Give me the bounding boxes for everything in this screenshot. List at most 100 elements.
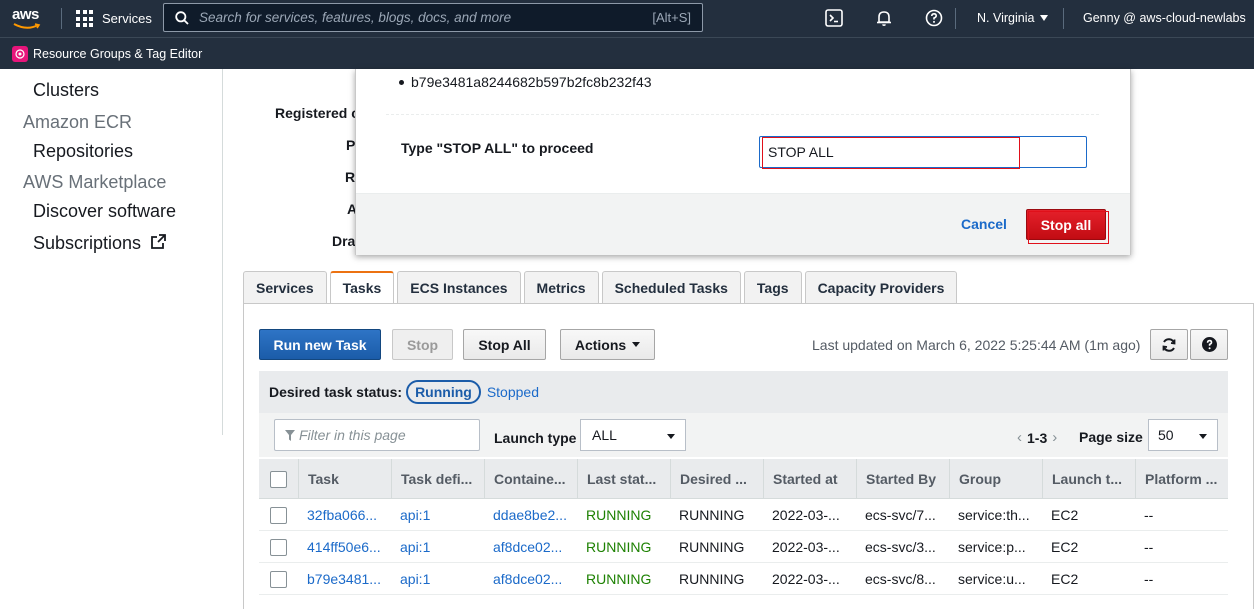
nav-separator (61, 8, 62, 29)
last-status-cell: RUNNING (586, 539, 652, 555)
chevron-right-icon[interactable]: › (1052, 429, 1057, 446)
sidebar-item-clusters[interactable]: Clusters (33, 80, 99, 101)
row-checkbox[interactable] (270, 506, 287, 524)
search-icon (175, 10, 189, 25)
help-icon[interactable] (925, 9, 943, 27)
last-status-cell: RUNNING (586, 571, 652, 587)
status-stopped-link[interactable]: Stopped (487, 384, 539, 400)
launch-type-select[interactable]: ALL (580, 419, 686, 451)
tab-scheduled-tasks[interactable]: Scheduled Tasks (601, 271, 741, 303)
group-cell: service:p... (958, 539, 1026, 555)
region-selector[interactable]: N. Virginia (977, 11, 1049, 25)
tab-metrics[interactable]: Metrics (523, 271, 599, 303)
info-button[interactable] (1190, 329, 1228, 360)
task-id-link[interactable]: b79e3481... (298, 563, 391, 595)
dialog-footer: Cancel Stop all (356, 193, 1130, 255)
sidebar-item-label: Subscriptions (33, 233, 142, 253)
filter-input[interactable] (299, 427, 469, 443)
started-by-cell: ecs-svc/7... (865, 507, 936, 523)
task-definition-link[interactable]: api:1 (391, 499, 484, 531)
started-at-cell: 2022-03-... (772, 507, 840, 523)
task-definition-link[interactable]: api:1 (391, 563, 484, 595)
detail-label: Dra (332, 233, 356, 249)
column-header-launch-type[interactable]: Launch t... (1042, 459, 1135, 499)
desired-status-cell: RUNNING (679, 571, 745, 587)
row-checkbox[interactable] (270, 570, 287, 588)
detail-label: Registered c (275, 105, 360, 121)
cluster-tabs: Services Tasks ECS Instances Metrics Sch… (243, 271, 958, 303)
tab-capacity-providers[interactable]: Capacity Providers (804, 271, 958, 303)
filter-icon (285, 429, 295, 441)
actions-dropdown[interactable]: Actions (560, 329, 655, 360)
task-id-list-item: b79e3481a8244682b597b2fc8b232f43 (399, 74, 652, 90)
run-new-task-button[interactable]: Run new Task (259, 329, 381, 360)
container-instance-link[interactable]: af8dce02... (484, 563, 577, 595)
refresh-button[interactable] (1150, 329, 1188, 360)
account-label: Genny @ aws-cloud-newlabs (1083, 11, 1246, 25)
column-header-task-definition[interactable]: Task defi... (391, 459, 484, 499)
group-cell: service:th... (958, 507, 1030, 523)
top-nav: aws Services [Alt+S] N. Virgini (0, 0, 1254, 37)
aws-logo[interactable]: aws (12, 6, 44, 32)
started-by-cell: ecs-svc/3... (865, 539, 936, 555)
resource-groups-link[interactable]: Resource Groups & Tag Editor (33, 47, 202, 61)
tab-services[interactable]: Services (243, 271, 327, 303)
column-header-task[interactable]: Task (298, 459, 391, 499)
table-row: b79e3481... api:1 af8dce02... RUNNING RU… (259, 563, 1228, 595)
external-link-icon (151, 234, 166, 249)
tasks-table: Task Task defi... Containe... Last stat.… (259, 459, 1228, 595)
stop-button[interactable]: Stop (392, 329, 453, 360)
stop-all-confirm-button[interactable]: Stop all (1026, 209, 1106, 240)
chevron-left-icon[interactable]: ‹ (1017, 429, 1022, 446)
cloudshell-icon[interactable] (825, 9, 843, 27)
column-header-platform-version[interactable]: Platform ... (1135, 459, 1224, 499)
column-header-started-by[interactable]: Started By (856, 459, 949, 499)
sidebar-divider (222, 69, 223, 435)
caret-down-icon (1040, 15, 1049, 21)
task-id-link[interactable]: 32fba066... (298, 499, 391, 531)
sidebar-item-discover-software[interactable]: Discover software (33, 201, 176, 222)
tab-tasks[interactable]: Tasks (329, 271, 395, 303)
task-id-link[interactable]: 414ff50e6... (298, 531, 391, 563)
filter-box[interactable] (274, 419, 480, 451)
last-status-cell: RUNNING (586, 507, 652, 523)
cancel-button[interactable]: Cancel (961, 216, 1007, 232)
container-instance-link[interactable]: af8dce02... (484, 531, 577, 563)
stop-all-dialog: b79e3481a8244682b597b2fc8b232f43 Type "S… (355, 69, 1131, 255)
container-instance-link[interactable]: ddae8be2... (484, 499, 577, 531)
account-menu[interactable]: Genny @ aws-cloud-newlabs (1083, 11, 1246, 25)
status-running-toggle[interactable]: Running (406, 380, 481, 404)
table-header: Task Task defi... Containe... Last stat.… (259, 459, 1228, 499)
stop-all-toolbar-button[interactable]: Stop All (463, 329, 546, 360)
column-header-group[interactable]: Group (949, 459, 1042, 499)
column-header-last-status[interactable]: Last stat... (577, 459, 670, 499)
column-header-started-at[interactable]: Started at (763, 459, 856, 499)
task-definition-link[interactable]: api:1 (391, 531, 484, 563)
global-search[interactable]: [Alt+S] (163, 3, 703, 32)
platform-version-cell: -- (1144, 571, 1154, 587)
column-header-desired-status[interactable]: Desired ... (670, 459, 763, 499)
favorites-bar: Resource Groups & Tag Editor (0, 37, 1254, 69)
confirm-field[interactable] (759, 136, 1087, 168)
services-label: Services (102, 11, 152, 26)
caret-down-icon (1199, 434, 1207, 439)
group-cell: service:u... (958, 571, 1026, 587)
row-checkbox[interactable] (270, 538, 287, 556)
page-size-select[interactable]: 50 (1148, 419, 1218, 451)
select-all-checkbox[interactable] (270, 470, 287, 488)
dialog-divider (386, 114, 1099, 115)
refresh-icon (1162, 337, 1176, 352)
sidebar-item-subscriptions[interactable]: Subscriptions (33, 233, 167, 254)
services-menu-button[interactable]: Services (76, 0, 152, 37)
confirm-input[interactable] (768, 144, 1068, 160)
tab-tags[interactable]: Tags (743, 271, 802, 303)
nav-separator (1063, 8, 1064, 29)
global-search-input[interactable] (199, 10, 653, 25)
sidebar-item-repositories[interactable]: Repositories (33, 141, 133, 162)
column-header-container-instance[interactable]: Containe... (484, 459, 577, 499)
launch-type-cell: EC2 (1051, 539, 1079, 555)
notifications-bell-icon[interactable] (875, 9, 893, 27)
detail-label: P (346, 137, 356, 153)
tab-ecs-instances[interactable]: ECS Instances (397, 271, 521, 303)
confirm-label: Type "STOP ALL" to proceed (401, 140, 594, 156)
